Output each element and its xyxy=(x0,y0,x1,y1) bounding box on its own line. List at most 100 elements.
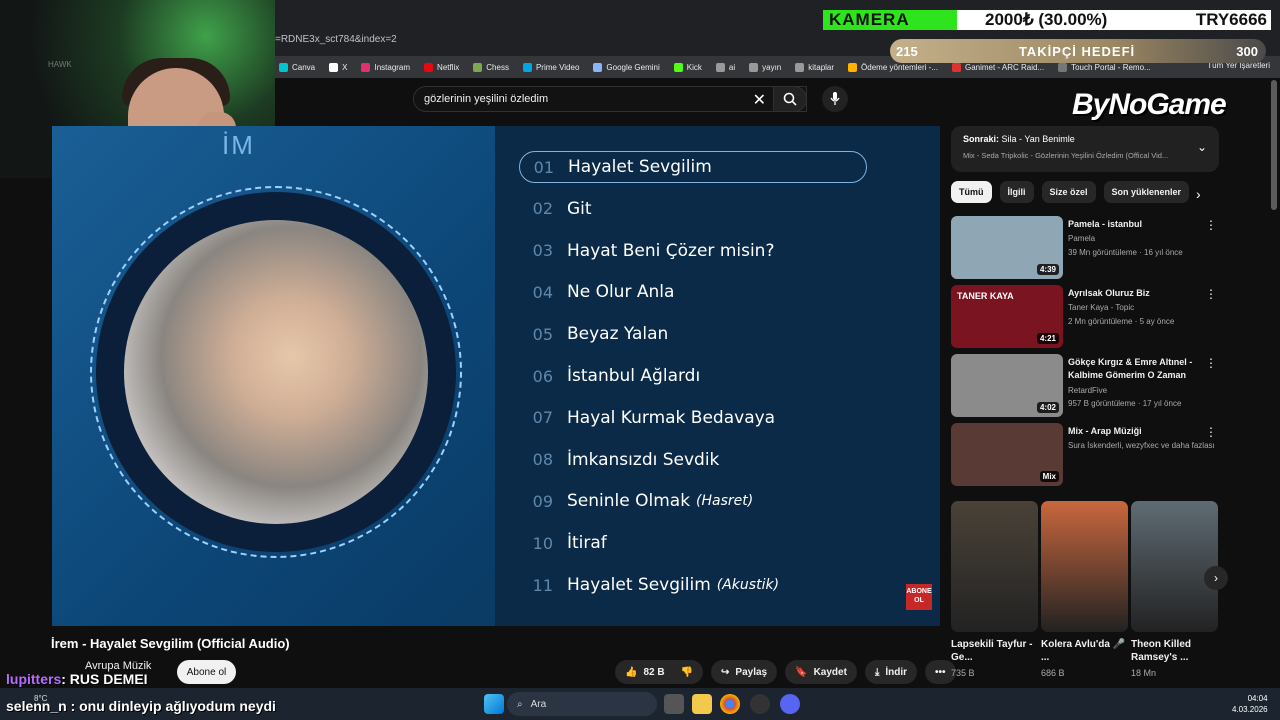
like-button[interactable]: 👍 82 B 👎 xyxy=(615,660,704,684)
kamera-amount: 2000₺ (30.00%) xyxy=(985,10,1108,29)
recommendation-thumbnail[interactable]: TANER KAYA 4:21 xyxy=(951,285,1063,348)
track-number: 03 xyxy=(532,241,553,261)
track-title: İstanbul Ağlardı xyxy=(567,366,701,386)
chrome-icon[interactable] xyxy=(720,694,740,714)
shorts-next-button[interactable]: › xyxy=(1204,566,1228,590)
chevron-down-icon[interactable]: ⌄ xyxy=(1197,140,1207,154)
bookmark-item[interactable]: Netflix xyxy=(424,62,459,72)
chevron-right-icon[interactable]: › xyxy=(1196,186,1201,202)
bookmark-item[interactable]: Ganimet - ARC Raid... xyxy=(951,62,1044,72)
track-title: Ne Olur Anla xyxy=(567,282,675,303)
track-item: 01 Hayalet Sevgilim xyxy=(519,151,867,183)
save-label: Kaydet xyxy=(813,666,847,678)
short-info[interactable]: Lapsekili Tayfur - Ge... 735 B xyxy=(951,638,1039,678)
short-title: Lapsekili Tayfur - Ge... xyxy=(951,639,1033,663)
filter-chip[interactable]: Son yüklenenler xyxy=(1103,181,1190,203)
address-bar[interactable]: =RDNE3x_sct784&index=2 xyxy=(275,34,815,52)
bookmark-item[interactable]: kitaplar xyxy=(795,62,834,72)
recommendation-title[interactable]: Ayrılsak Oluruz Biz xyxy=(1068,287,1208,300)
recommendation-item[interactable]: TANER KAYA 4:21 Ayrılsak Oluruz Biz Taner K… xyxy=(951,285,1221,349)
bookmark-icon xyxy=(715,62,725,72)
search-icon: ⌕ xyxy=(517,698,523,710)
short-thumbnail[interactable] xyxy=(1041,501,1128,632)
filter-chip[interactable]: Tümü xyxy=(951,181,992,203)
short-info[interactable]: Theon Killed Ramsey's ... 18 Mn xyxy=(1131,638,1219,678)
dislike-icon[interactable]: 👎 xyxy=(681,667,693,678)
windows-start-icon[interactable] xyxy=(484,694,504,714)
voice-search-button[interactable] xyxy=(822,86,848,112)
scrollbar[interactable] xyxy=(1271,80,1277,210)
save-button[interactable]: 🔖 Kaydet xyxy=(785,660,857,684)
recommendation-channel[interactable]: RetardFive xyxy=(1068,384,1107,397)
bookmark-item[interactable]: ai xyxy=(715,62,735,72)
bookmark-item[interactable]: yayın xyxy=(749,62,782,72)
obs-icon[interactable] xyxy=(750,694,770,714)
chat-username: lupitters xyxy=(6,671,62,687)
recommendation-title[interactable]: Gökçe Kırgız & Emre Altınel - Kalbime Gö… xyxy=(1068,356,1208,382)
recommendation-thumbnail[interactable]: Mix xyxy=(951,423,1063,486)
short-views: 18 Mn xyxy=(1131,668,1157,678)
task-view-icon[interactable] xyxy=(664,694,684,714)
bookmark-item[interactable]: X xyxy=(329,62,347,72)
recommendation-thumbnail[interactable]: 4:02 xyxy=(951,354,1063,417)
more-options-icon[interactable]: ⋮ xyxy=(1205,218,1217,232)
thumbs-up-icon: 👍 xyxy=(625,666,638,678)
more-options-icon[interactable]: ⋮ xyxy=(1205,425,1217,439)
track-number: 11 xyxy=(532,575,553,595)
recommendation-channel[interactable]: Taner Kaya - Topic xyxy=(1068,301,1134,314)
short-info[interactable]: Kolera Avlu'da 🎤 ... 686 B xyxy=(1041,638,1129,678)
short-thumbnail[interactable] xyxy=(1131,501,1218,632)
bookmark-item[interactable]: Instagram xyxy=(361,62,410,72)
recommendation-channel[interactable]: Sura İskenderli, wezyfxec ve daha fazlas… xyxy=(1068,439,1215,452)
taskbar-search[interactable]: ⌕ Ara xyxy=(507,692,657,716)
recommendation-thumbnail[interactable]: 4:39 xyxy=(951,216,1063,279)
recommendation-item[interactable]: Mix Mix - Arap Müziği Sura İskenderli, wez… xyxy=(951,423,1221,487)
filter-chip[interactable]: Size özel xyxy=(1041,181,1096,203)
filter-chip[interactable]: İlgili xyxy=(999,181,1034,203)
search-button[interactable] xyxy=(773,86,807,112)
short-thumbnail[interactable] xyxy=(951,501,1038,632)
search-input[interactable]: gözlerinin yeşilini özledim ✕ xyxy=(413,86,807,112)
more-options-icon[interactable]: ⋮ xyxy=(1205,356,1217,370)
subscribe-button[interactable]: Abone ol xyxy=(177,660,236,684)
bookmark-item[interactable]: Kick xyxy=(673,62,702,72)
track-subtitle: (Hasret) xyxy=(696,493,754,510)
bookmark-label: Prime Video xyxy=(535,62,580,72)
duration-badge: 4:39 xyxy=(1036,264,1059,275)
chat-message-2: selenn_n : onu dinleyip ağlıyodum neydi xyxy=(6,698,276,714)
bookmark-label: yayın xyxy=(762,62,782,72)
download-label: İndir xyxy=(885,666,908,678)
filter-chips: Tümü İlgili Size özel Son yüklenenler xyxy=(951,181,1190,203)
video-player[interactable]: İM 01 Hayalet Sevgilim 02 Git 03 Hayat Beni Ç… xyxy=(52,126,940,626)
chat-message: lupitters: RUS DEMEI xyxy=(6,671,148,687)
bookmark-item[interactable]: Touch Portal - Remo... xyxy=(1058,62,1151,72)
bookmark-item[interactable]: Ödeme yöntemleri -... xyxy=(848,62,938,72)
discord-icon[interactable] xyxy=(780,694,800,714)
track-number: 08 xyxy=(532,450,553,470)
kamera-currency: TRY6666 xyxy=(1195,10,1267,29)
up-next-panel[interactable]: Sonraki: Sila - Yan Benimle Mix - Seda T… xyxy=(951,126,1219,172)
abone-ol-badge: ABONE OL xyxy=(906,584,932,610)
album-title: İM xyxy=(222,130,255,160)
bookmark-item[interactable]: Prime Video xyxy=(522,62,580,72)
share-icon: ↪ xyxy=(721,666,730,678)
recommendation-title[interactable]: Mix - Arap Müziği xyxy=(1068,425,1208,438)
share-button[interactable]: ↪ Paylaş xyxy=(711,660,778,684)
hawk-logo: HAWK xyxy=(48,60,72,69)
bookmark-item[interactable]: Canva xyxy=(279,62,315,72)
short-title: Theon Killed Ramsey's ... xyxy=(1131,639,1191,663)
bookmark-item[interactable]: Google Gemini xyxy=(593,62,660,72)
bookmark-item[interactable]: Chess xyxy=(473,62,509,72)
track-title: Git xyxy=(567,198,592,219)
file-explorer-icon[interactable] xyxy=(692,694,712,714)
recommendation-item[interactable]: 4:02 Gökçe Kırgız & Emre Altınel - Kalbim… xyxy=(951,354,1221,418)
recommendation-channel[interactable]: Pamela xyxy=(1068,232,1095,245)
more-options-icon[interactable]: ⋮ xyxy=(1205,287,1217,301)
recommendation-meta: 39 Mn görüntüleme · 16 yıl önce xyxy=(1068,248,1183,257)
track-item: 10 İtiraf xyxy=(519,527,867,559)
recommendation-title[interactable]: Pamela - istanbul xyxy=(1068,218,1208,231)
recommendation-item[interactable]: 4:39 Pamela - istanbul Pamela 39 Mn görüntü… xyxy=(951,216,1221,280)
system-clock[interactable]: 04:04 4.03.2026 xyxy=(1232,693,1268,715)
download-button[interactable]: ⤓ İndir xyxy=(864,660,918,684)
clear-search-icon[interactable]: ✕ xyxy=(753,90,766,110)
